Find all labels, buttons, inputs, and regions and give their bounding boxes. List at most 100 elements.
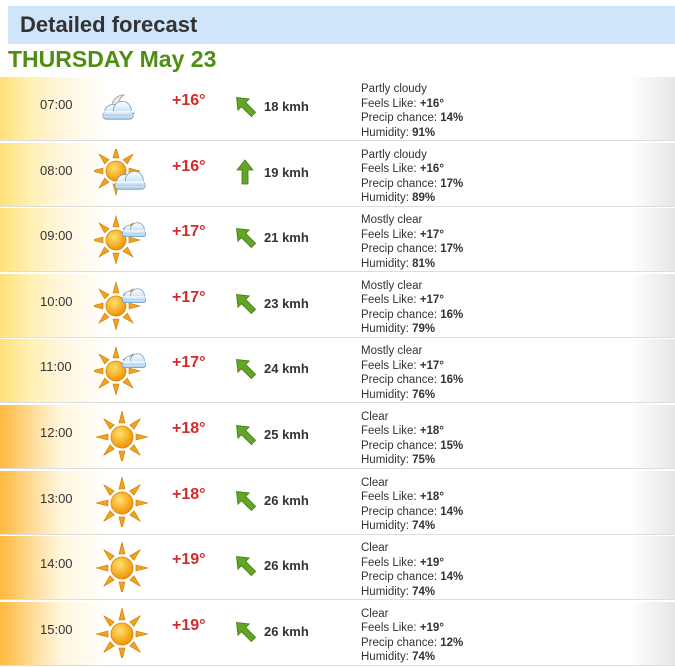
conditions-details: Clear Feels Like: +18° Precip chance: 15… [361,410,463,468]
conditions-details: Partly cloudy Feels Like: +16° Precip ch… [361,82,463,140]
feels-like-label: Feels Like: [361,491,420,504]
condition-text: Clear [361,542,389,555]
wind-speed: 18 kmh [264,99,309,114]
feels-like-label: Feels Like: [361,556,420,569]
humidity-value: 75% [412,454,436,467]
feels-like-value: +17° [419,228,444,241]
condition-text: Partly cloudy [361,83,427,95]
feels-like-value: +16° [419,163,444,176]
hour-label: 12:00 [40,424,73,440]
hour-label: 07:00 [40,97,73,112]
wind-direction-arrow-icon [234,158,256,185]
humidity-value: 74% [412,585,436,598]
condition-text: Clear [361,476,389,489]
wind-speed: 26 kmh [264,623,309,639]
wind-direction-arrow-icon [234,290,257,316]
forecast-header: Detailed forecast [8,6,675,44]
precip-value: 16% [440,308,464,321]
wind-speed: 26 kmh [264,558,309,574]
precip-label: Precip chance: [361,439,441,452]
wind-direction-arrow-icon [234,355,257,381]
hour-label: 09:00 [40,228,73,244]
feels-like-value: +17° [419,359,444,372]
conditions-details: Mostly clear Feels Like: +17° Precip cha… [361,213,463,271]
humidity-line: Humidity: 74% [361,585,463,600]
humidity-label: Humidity: [361,454,413,467]
precip-value: 12% [440,636,464,649]
humidity-label: Humidity: [361,192,413,205]
precip-line: Precip chance: 15% [361,439,463,454]
wind-speed: 21 kmh [264,230,309,246]
condition-text: Mostly clear [361,279,423,292]
feels-like-line: Feels Like: +18° [361,490,463,505]
humidity-line: Humidity: 79% [361,322,463,337]
humidity-line: Humidity: 76% [361,388,463,403]
day-title: THURSDAY May 23 [8,46,217,72]
conditions-details: Clear Feels Like: +19° Precip chance: 14… [361,541,463,599]
precip-label: Precip chance: [361,243,441,256]
temperature: +17° [172,223,206,241]
feels-like-label: Feels Like: [361,425,420,438]
feels-like-line: Feels Like: +16° [361,97,463,112]
conditions-details: Clear Feels Like: +18° Precip chance: 14… [361,476,463,534]
wind-direction-arrow-icon [234,93,257,119]
clear-sun-icon [94,410,150,464]
clear-sun-icon [94,542,150,595]
temperature: +16° [172,157,206,175]
feels-like-label: Feels Like: [361,228,420,241]
precip-line: Precip chance: 17% [361,177,463,192]
precip-value: 15% [440,439,464,452]
temperature: +18° [172,485,206,503]
forecast-row: 15:00 +19° 26 kmh Clear Feels Like: +19°… [0,601,675,666]
humidity-label: Humidity: [361,585,413,598]
precip-label: Precip chance: [361,177,441,190]
feels-like-label: Feels Like: [361,622,420,635]
feels-like-label: Feels Like: [361,163,420,176]
feels-like-value: +19° [419,556,444,569]
precip-value: 14% [440,505,464,518]
temperature: +17° [172,354,206,372]
feels-like-line: Feels Like: +17° [361,359,463,374]
condition-text: Mostly clear [361,345,423,358]
clear-sun-icon [94,607,150,660]
forecast-table: 07:00 +16° 18 kmh Partly cloudy Feels Li… [0,77,675,667]
feels-like-value: +19° [419,622,444,635]
forecast-row: 10:00 +17° 23 kmh Mostly clear Feels Lik… [0,273,675,338]
wind-speed: 23 kmh [264,295,309,311]
temperature: +17° [172,288,206,306]
precip-value: 17% [440,243,464,256]
humidity-label: Humidity: [361,257,413,270]
forecast-row: 11:00 +17° 24 kmh Mostly clear Feels Lik… [0,339,675,404]
feels-like-label: Feels Like: [361,294,420,307]
humidity-value: 74% [412,520,436,533]
humidity-line: Humidity: 89% [361,191,463,206]
forecast-row: 12:00 +18° 25 kmh Clear Feels Like: +18°… [0,404,675,469]
partly-cloudy-moon-icon [94,83,150,133]
feels-like-value: +18° [419,425,444,438]
precip-value: 14% [440,112,464,124]
humidity-line: Humidity: 74% [361,519,463,534]
feels-like-line: Feels Like: +16° [361,162,463,177]
feels-like-line: Feels Like: +18° [361,424,463,439]
condition-text: Clear [361,607,389,620]
mostly-clear-icon [90,345,150,397]
condition-text: Clear [361,410,389,423]
feels-like-line: Feels Like: +19° [361,556,463,571]
condition-text: Mostly clear [361,214,423,227]
conditions-details: Partly cloudy Feels Like: +16° Precip ch… [361,148,463,206]
humidity-value: 91% [412,126,436,139]
precip-value: 14% [440,571,464,584]
wind-direction-arrow-icon [234,487,257,513]
humidity-line: Humidity: 81% [361,257,463,272]
clear-sun-icon [94,476,150,529]
precip-line: Precip chance: 14% [361,570,463,585]
humidity-line: Humidity: 75% [361,453,463,468]
hour-label: 08:00 [40,162,73,178]
temperature: +16° [172,92,206,109]
precip-value: 17% [440,177,464,190]
precip-line: Precip chance: 16% [361,373,463,388]
humidity-label: Humidity: [361,388,413,401]
humidity-line: Humidity: 91% [361,126,463,141]
temperature: +18° [172,419,206,437]
conditions-details: Clear Feels Like: +19° Precip chance: 12… [361,607,463,665]
